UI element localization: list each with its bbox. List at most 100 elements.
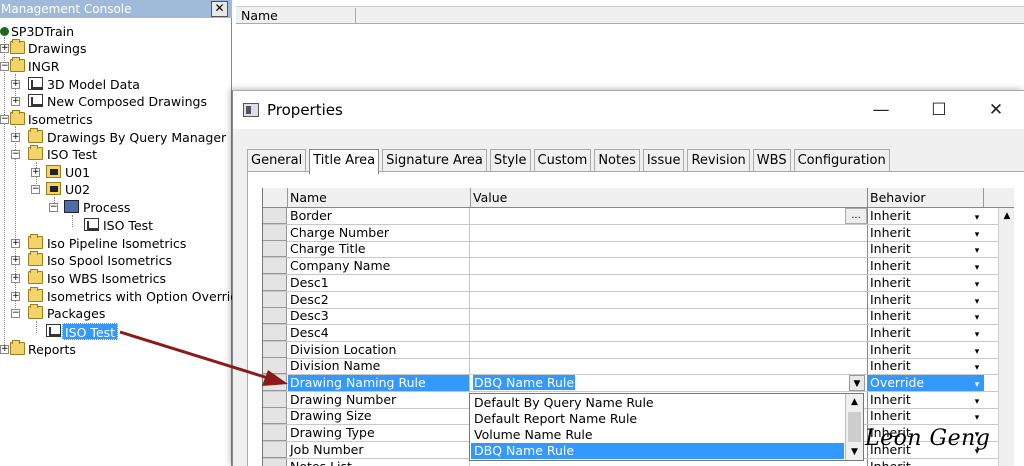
chevron-down-icon[interactable]: ▾ <box>970 225 984 241</box>
behavior-dropdown[interactable]: Inherit ▾ <box>868 275 984 291</box>
tab-wbs[interactable]: WBS <box>752 149 791 171</box>
tab-revision[interactable]: Revision <box>687 149 750 171</box>
expand-icon[interactable]: + <box>11 274 20 283</box>
row-selector[interactable] <box>263 274 287 291</box>
grid-scrollbar[interactable]: ▲ <box>998 208 1014 466</box>
property-value[interactable] <box>471 291 868 308</box>
behavior-dropdown[interactable]: Inherit ▾ <box>868 459 984 466</box>
expand-icon[interactable]: + <box>0 44 9 53</box>
expand-icon[interactable]: + <box>11 80 20 89</box>
expand-icon[interactable]: + <box>11 97 20 106</box>
behavior-dropdown[interactable]: Inherit ▾ <box>868 325 984 341</box>
grid-row[interactable]: Charge Number Inherit ▾ <box>263 224 1014 242</box>
tab-general[interactable]: General <box>247 149 307 171</box>
behavior-dropdown[interactable]: Inherit ▾ <box>868 342 984 358</box>
property-value[interactable] <box>471 341 868 358</box>
scroll-up-icon[interactable]: ▲ <box>846 394 863 410</box>
dropdown-option-selected[interactable]: DBQ Name Rule <box>471 443 844 459</box>
row-selector[interactable] <box>263 208 287 224</box>
property-value[interactable] <box>471 274 868 291</box>
chevron-down-icon[interactable]: ▾ <box>970 241 984 257</box>
row-selector[interactable] <box>263 341 287 358</box>
grid-row[interactable]: Desc1 Inherit ▾ <box>263 274 1014 292</box>
property-value[interactable] <box>471 358 868 375</box>
behavior-dropdown[interactable]: Override ▾ <box>868 375 984 391</box>
column-header-value[interactable]: Value <box>471 188 868 207</box>
row-selector[interactable] <box>263 291 287 308</box>
chevron-down-icon[interactable]: ▾ <box>970 208 984 224</box>
column-header-name[interactable]: Name <box>288 188 471 207</box>
property-value[interactable] <box>471 208 868 224</box>
behavior-dropdown[interactable]: Inherit ▾ <box>868 208 984 224</box>
grid-row[interactable]: Border Inherit ▾... <box>263 208 1014 225</box>
property-value[interactable]: DBQ Name Rule ▼ <box>471 375 868 391</box>
grid-row[interactable]: Desc4 Inherit ▾ <box>263 324 1014 342</box>
behavior-dropdown[interactable]: Inherit ▾ <box>868 392 984 408</box>
naming-rule-dropdown-list[interactable]: Default By Query Name Rule Default Repor… <box>469 393 864 461</box>
row-selector[interactable] <box>263 358 287 375</box>
tab-signature-area[interactable]: Signature Area <box>382 149 487 171</box>
row-selector[interactable] <box>263 458 287 466</box>
behavior-dropdown[interactable]: Inherit ▾ <box>868 258 984 274</box>
dropdown-option[interactable]: Default By Query Name Rule <box>471 395 844 411</box>
collapse-icon[interactable]: − <box>49 203 58 212</box>
chevron-down-icon[interactable]: ▾ <box>970 308 984 324</box>
behavior-dropdown[interactable]: Inherit ▾ <box>868 308 984 324</box>
chevron-down-icon[interactable]: ▾ <box>970 459 984 466</box>
property-value[interactable] <box>471 324 868 341</box>
row-selector[interactable] <box>263 391 287 408</box>
chevron-down-icon[interactable]: ▾ <box>970 292 984 308</box>
tab-custom[interactable]: Custom <box>533 149 592 171</box>
chevron-down-icon[interactable]: ▾ <box>970 392 984 408</box>
row-selector[interactable] <box>263 224 287 241</box>
property-value[interactable] <box>471 308 868 325</box>
dialog-titlebar[interactable]: Properties — ☐ ✕ <box>233 91 1024 129</box>
grid-row[interactable]: Company Name Inherit ▾ <box>263 258 1014 276</box>
close-icon[interactable]: ✕ <box>211 1 228 17</box>
tab-notes[interactable]: Notes <box>594 149 640 171</box>
behavior-dropdown[interactable]: Inherit ▾ <box>868 408 984 424</box>
grid-row[interactable]: Desc2 Inherit ▾ <box>263 291 1014 309</box>
close-button[interactable]: ✕ <box>976 97 1016 123</box>
column-header-behavior[interactable]: Behavior <box>868 188 984 207</box>
chevron-down-icon[interactable]: ▾ <box>970 258 984 274</box>
column-header-name[interactable]: Name <box>241 8 356 24</box>
minimize-button[interactable]: — <box>861 97 901 123</box>
grid-row[interactable]: Desc3 Inherit ▾ <box>263 308 1014 326</box>
chevron-down-icon[interactable]: ▾ <box>970 325 984 341</box>
tab-issue[interactable]: Issue <box>642 149 685 171</box>
tab-configuration[interactable]: Configuration <box>793 149 890 171</box>
tab-style[interactable]: Style <box>489 149 531 171</box>
collapse-icon[interactable]: − <box>11 150 20 159</box>
grid-row[interactable]: Drawing Naming Rule DBQ Name Rule ▼ Overrid… <box>263 375 1014 392</box>
value-dropdown-button[interactable]: ▼ <box>849 375 865 391</box>
expand-icon[interactable]: + <box>31 168 40 177</box>
tab-title-area[interactable]: Title Area <box>309 149 380 174</box>
property-value[interactable] <box>471 224 868 241</box>
property-value[interactable] <box>471 258 868 275</box>
expand-icon[interactable]: + <box>11 256 20 265</box>
dropdown-option[interactable]: Volume Name Rule <box>471 427 844 443</box>
row-selector[interactable] <box>263 258 287 275</box>
collapse-icon[interactable]: − <box>31 185 40 194</box>
grid-row[interactable]: Division Name Inherit ▾ <box>263 358 1014 376</box>
behavior-dropdown[interactable]: Inherit ▾ <box>868 358 984 374</box>
chevron-down-icon[interactable]: ▾ <box>970 408 984 424</box>
expand-icon[interactable]: + <box>11 133 20 142</box>
chevron-down-icon[interactable]: ▾ <box>970 375 984 391</box>
row-selector[interactable] <box>263 408 287 425</box>
row-selector[interactable] <box>263 375 287 391</box>
expand-icon[interactable]: + <box>0 345 9 354</box>
ellipsis-button[interactable]: ... <box>845 208 867 224</box>
scroll-thumb[interactable] <box>848 412 861 442</box>
row-selector[interactable] <box>263 308 287 325</box>
scroll-down-icon[interactable]: ▼ <box>846 444 863 460</box>
collapse-icon[interactable]: − <box>0 62 9 71</box>
collapse-icon[interactable]: − <box>11 309 20 318</box>
row-selector[interactable] <box>263 425 287 442</box>
property-value[interactable] <box>471 241 868 258</box>
behavior-dropdown[interactable]: Inherit ▾ <box>868 225 984 241</box>
grid-row[interactable]: Division Location Inherit ▾ <box>263 341 1014 359</box>
chevron-down-icon[interactable]: ▾ <box>970 342 984 358</box>
behavior-dropdown[interactable]: Inherit ▾ <box>868 241 984 257</box>
